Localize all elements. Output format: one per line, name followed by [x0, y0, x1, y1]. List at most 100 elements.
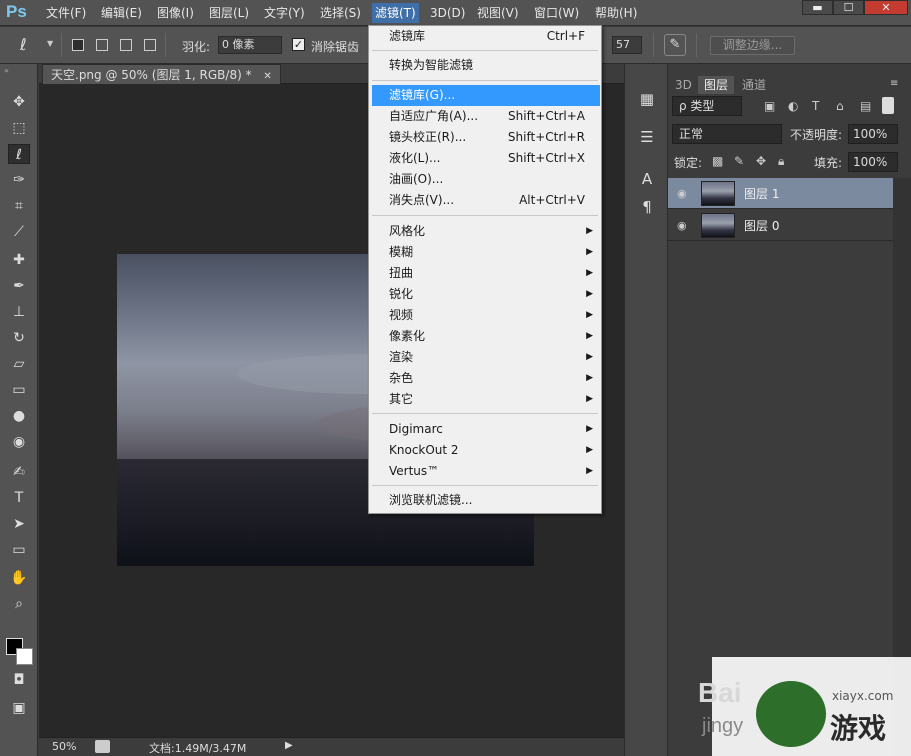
- layer-row[interactable]: ◉ 图层 0: [668, 210, 893, 241]
- eye-icon[interactable]: ◉: [677, 187, 687, 200]
- menu-item-liquify[interactable]: 液化(L)... Shift+Ctrl+X: [369, 148, 601, 169]
- chevron-down-icon[interactable]: ▼: [47, 39, 53, 48]
- smart-object-filter-icon[interactable]: ▤: [860, 99, 871, 113]
- gradient-tool-icon[interactable]: ▭: [8, 380, 30, 400]
- fill-input[interactable]: 100%: [848, 152, 898, 172]
- brush-tool-icon[interactable]: ✒: [8, 276, 30, 296]
- subtract-selection-icon[interactable]: [120, 39, 132, 51]
- eye-icon[interactable]: ◉: [677, 219, 687, 232]
- filter-toggle-icon[interactable]: [882, 97, 894, 114]
- eyedropper-tool-icon[interactable]: ⟋: [8, 222, 30, 242]
- screen-mode-icon[interactable]: ▣: [8, 698, 30, 718]
- lock-transparency-icon[interactable]: ▩: [712, 154, 723, 168]
- menu-window[interactable]: 窗口(W): [534, 5, 579, 21]
- lasso-preset-icon[interactable]: ℓ: [20, 35, 27, 54]
- menu-view[interactable]: 视图(V): [477, 5, 519, 21]
- menu-select[interactable]: 选择(S): [320, 5, 361, 21]
- image-filter-icon[interactable]: ▣: [764, 99, 775, 113]
- shape-tool-icon[interactable]: ▭: [8, 540, 30, 560]
- history-brush-icon[interactable]: ↻: [8, 328, 30, 348]
- collapse-icon[interactable]: »: [4, 66, 9, 75]
- tab-channels[interactable]: 通道: [736, 76, 772, 94]
- opacity-input[interactable]: 100%: [848, 124, 898, 144]
- triangle-right-icon[interactable]: ▶: [285, 740, 293, 751]
- character-icon[interactable]: A: [634, 168, 660, 190]
- blend-mode-select[interactable]: 正常: [672, 124, 782, 144]
- healing-brush-icon[interactable]: ✚: [8, 250, 30, 270]
- layer-filter-select[interactable]: ρ 类型: [672, 96, 742, 116]
- pen-tool-icon[interactable]: ✍: [8, 462, 30, 482]
- menu-item-vertus[interactable]: Vertus™ ▶: [369, 461, 601, 482]
- minimize-button[interactable]: ▬: [802, 0, 833, 15]
- refine-edge-button[interactable]: 调整边缘...: [710, 36, 795, 55]
- document-tab[interactable]: 天空.png @ 50% (图层 1, RGB/8) * ✕: [42, 64, 281, 84]
- menu-3d[interactable]: 3D(D): [430, 5, 465, 21]
- background-color-swatch[interactable]: [16, 648, 33, 665]
- tab-layers[interactable]: 图层: [698, 76, 735, 94]
- paragraph-icon[interactable]: ¶: [634, 196, 660, 218]
- menu-item-adaptive-wide-angle[interactable]: 自适应广角(A)... Shift+Ctrl+A: [369, 106, 601, 127]
- menu-layer[interactable]: 图层(L): [209, 5, 249, 21]
- menu-edit[interactable]: 编辑(E): [101, 5, 142, 21]
- menu-item-sharpen[interactable]: 锐化 ▶: [369, 284, 601, 305]
- zoom-tool-icon[interactable]: ⌕: [8, 594, 30, 614]
- type-tool-icon[interactable]: T: [8, 488, 30, 508]
- lasso-tool-icon[interactable]: ℓ: [8, 144, 30, 164]
- menu-filter[interactable]: 滤镜(T): [372, 3, 419, 23]
- menu-item-pixelate[interactable]: 像素化 ▶: [369, 326, 601, 347]
- hand-tool-icon[interactable]: ✋: [8, 568, 30, 588]
- zoom-level[interactable]: 50%: [52, 740, 76, 753]
- menu-item-digimarc[interactable]: Digimarc ▶: [369, 419, 601, 440]
- menu-type[interactable]: 文字(Y): [264, 5, 305, 21]
- intersect-selection-icon[interactable]: [144, 39, 156, 51]
- menu-item-lens-correction[interactable]: 镜头校正(R)... Shift+Ctrl+R: [369, 127, 601, 148]
- dodge-tool-icon[interactable]: ◉: [8, 432, 30, 452]
- clone-stamp-icon[interactable]: ⊥: [8, 302, 30, 322]
- shape-filter-icon[interactable]: ⌂: [836, 99, 844, 113]
- status-menu-icon[interactable]: [95, 740, 110, 753]
- eraser-tool-icon[interactable]: ▱: [8, 354, 30, 374]
- layer-row[interactable]: ◉ 图层 1: [668, 178, 893, 209]
- brush-presets-icon[interactable]: ☰: [634, 126, 660, 148]
- move-tool-icon[interactable]: ✥: [8, 92, 30, 112]
- lock-position-icon[interactable]: ✥: [756, 154, 766, 168]
- crop-tool-icon[interactable]: ⌗: [8, 196, 30, 216]
- menu-item-convert-smart-filter[interactable]: 转换为智能滤镜: [369, 55, 601, 76]
- panel-menu-icon[interactable]: ≡: [890, 78, 898, 89]
- blur-tool-icon[interactable]: ●: [8, 406, 30, 426]
- swatches-icon[interactable]: ▦: [634, 88, 660, 110]
- width-input[interactable]: 57: [612, 36, 642, 54]
- menu-item-render[interactable]: 渲染 ▶: [369, 347, 601, 368]
- menu-item-blur[interactable]: 模糊 ▶: [369, 242, 601, 263]
- type-filter-icon[interactable]: T: [812, 99, 819, 113]
- menu-image[interactable]: 图像(I): [157, 5, 194, 21]
- menu-item-stylize[interactable]: 风格化 ▶: [369, 221, 601, 242]
- menu-help[interactable]: 帮助(H): [595, 5, 637, 21]
- path-select-icon[interactable]: ➤: [8, 514, 30, 534]
- feather-input[interactable]: 0 像素: [218, 36, 282, 54]
- menu-item-filter-gallery-repeat[interactable]: 滤镜库 Ctrl+F: [369, 26, 601, 47]
- menu-item-noise[interactable]: 杂色 ▶: [369, 368, 601, 389]
- tab-3d[interactable]: 3D: [669, 76, 698, 94]
- close-button[interactable]: ✕: [864, 0, 908, 15]
- marquee-tool-icon[interactable]: ⬚: [8, 118, 30, 138]
- menu-item-knockout[interactable]: KnockOut 2 ▶: [369, 440, 601, 461]
- adjustment-filter-icon[interactable]: ◐: [788, 99, 798, 113]
- lock-all-icon[interactable]: 🔒︎: [778, 154, 784, 169]
- add-selection-icon[interactable]: [96, 39, 108, 51]
- quick-mask-icon[interactable]: ◘: [8, 670, 30, 690]
- menu-item-distort[interactable]: 扭曲 ▶: [369, 263, 601, 284]
- restore-button[interactable]: ☐: [833, 0, 864, 15]
- quick-select-tool-icon[interactable]: ✑: [8, 170, 30, 190]
- menu-file[interactable]: 文件(F): [46, 5, 86, 21]
- close-icon[interactable]: ✕: [263, 71, 271, 82]
- menu-item-browse-online-filters[interactable]: 浏览联机滤镜...: [369, 490, 601, 511]
- menu-item-other[interactable]: 其它 ▶: [369, 389, 601, 410]
- pen-pressure-icon[interactable]: ✎: [664, 34, 686, 56]
- menu-item-video[interactable]: 视频 ▶: [369, 305, 601, 326]
- new-selection-icon[interactable]: [72, 39, 84, 51]
- menu-item-filter-gallery[interactable]: 滤镜库(G)...: [372, 85, 600, 106]
- menu-item-oil-paint[interactable]: 油画(O)...: [369, 169, 601, 190]
- menu-item-vanishing-point[interactable]: 消失点(V)... Alt+Ctrl+V: [369, 190, 601, 211]
- antialias-checkbox[interactable]: ✓: [292, 38, 305, 51]
